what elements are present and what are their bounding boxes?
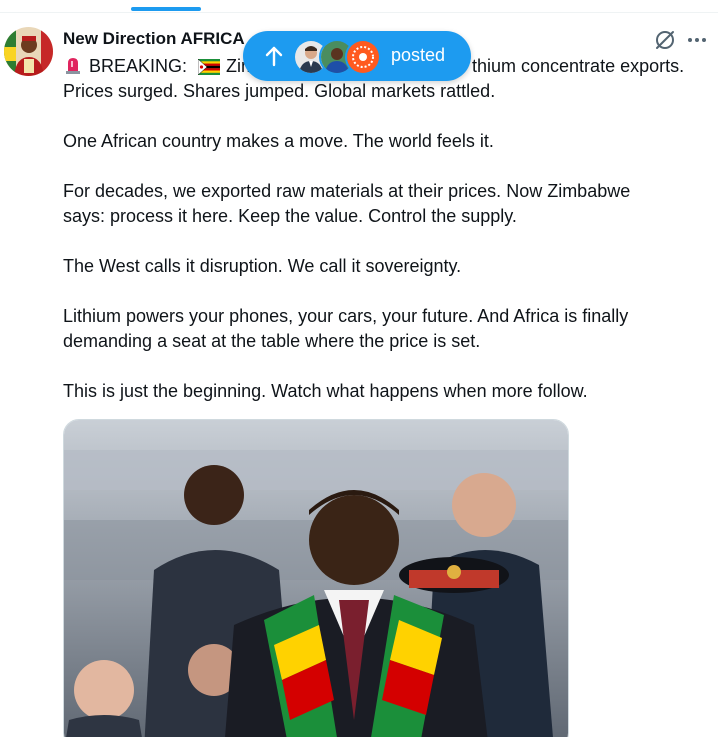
grok-icon[interactable] (653, 28, 677, 52)
tab-indicator (131, 7, 201, 11)
tweet-line-7: Lithium powers your phones, your cars, y… (63, 306, 629, 326)
pill-avatar-3 (345, 39, 381, 75)
arrow-up-icon (263, 44, 285, 68)
siren-icon (63, 55, 83, 82)
divider (0, 12, 718, 13)
tweet-line-5: says: process it here. Keep the value. C… (63, 206, 517, 226)
more-icon[interactable] (685, 28, 709, 52)
new-posts-pill[interactable]: posted (243, 31, 471, 81)
tweet-line-3: One African country makes a move. The wo… (63, 131, 494, 151)
tweet-line-2: Prices surged. Shares jumped. Global mar… (63, 81, 496, 101)
breaking-label: BREAKING: (89, 56, 188, 76)
tweet-line-6: The West calls it disruption. We call it… (63, 256, 462, 276)
tweet-line-1: BREAKING: Zim (63, 54, 256, 82)
tweet-line-1-end: thium concentrate exports. (472, 56, 685, 76)
tweet-image[interactable] (63, 419, 569, 737)
tweet-line-9: This is just the beginning. Watch what h… (63, 381, 588, 401)
author-name[interactable]: New Direction AFRICA (63, 29, 245, 49)
tweet-line-4: For decades, we exported raw materials a… (63, 181, 631, 201)
avatar[interactable] (4, 27, 53, 76)
pill-label: posted (391, 45, 446, 65)
tweet-line-8: demanding a seat at the table where the … (63, 331, 481, 351)
